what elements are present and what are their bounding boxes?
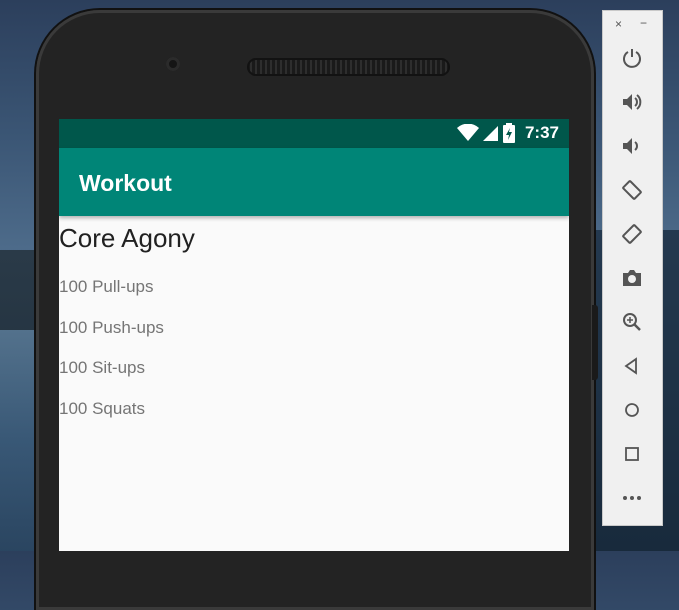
back-icon xyxy=(624,357,637,375)
overview-button[interactable] xyxy=(617,439,647,469)
screenshot-button[interactable] xyxy=(617,263,647,293)
cell-signal-icon xyxy=(482,126,498,141)
back-button[interactable] xyxy=(617,351,647,381)
zoom-button[interactable] xyxy=(617,307,647,337)
rotate-left-button[interactable] xyxy=(617,175,647,205)
volume-down-icon xyxy=(623,138,638,154)
volume-up-button[interactable] xyxy=(617,87,647,117)
phone-screen: 7:37 Workout Core Agony 100 Pull-ups 100… xyxy=(59,119,569,551)
emulator-panel: × − xyxy=(602,10,663,526)
overview-icon xyxy=(625,447,639,461)
panel-window-controls: × − xyxy=(603,16,662,33)
front-camera xyxy=(166,57,180,71)
workout-line: 100 Pull-ups xyxy=(59,277,154,297)
battery-charging-icon xyxy=(502,123,515,143)
zoom-icon xyxy=(623,313,641,331)
wifi-icon xyxy=(456,124,479,141)
power-icon xyxy=(623,49,641,68)
more-icon xyxy=(623,496,641,500)
status-bar: 7:37 xyxy=(59,119,569,148)
workout-line: 100 Squats xyxy=(59,399,146,419)
app-bar: Workout xyxy=(59,148,569,216)
workout-line: 100 Sit-ups xyxy=(59,358,145,378)
home-icon xyxy=(625,403,639,417)
status-icons: 7:37 xyxy=(456,123,559,143)
power-button[interactable] xyxy=(617,43,647,73)
workout-description: 100 Pull-ups 100 Push-ups 100 Sit-ups 10… xyxy=(59,257,195,440)
status-time: 7:37 xyxy=(524,123,559,142)
home-button[interactable] xyxy=(617,395,647,425)
volume-down-button[interactable] xyxy=(617,131,647,161)
more-button[interactable] xyxy=(617,483,647,513)
phone-side-button[interactable] xyxy=(592,305,598,380)
rotate-right-button[interactable] xyxy=(617,219,647,249)
rotate-left-icon xyxy=(622,180,642,200)
workout-line: 100 Push-ups xyxy=(59,317,164,337)
panel-close-button[interactable]: × xyxy=(615,17,622,31)
panel-minimize-button[interactable]: − xyxy=(640,16,647,30)
rotate-right-icon xyxy=(622,224,642,244)
app-bar-title: Workout xyxy=(79,170,172,196)
workout-detail: Core Agony 100 Pull-ups 100 Push-ups 100… xyxy=(59,223,195,440)
earpiece-speaker xyxy=(247,58,450,76)
volume-up-icon xyxy=(623,94,642,110)
camera-icon xyxy=(623,270,641,286)
workout-name: Core Agony xyxy=(59,223,195,253)
